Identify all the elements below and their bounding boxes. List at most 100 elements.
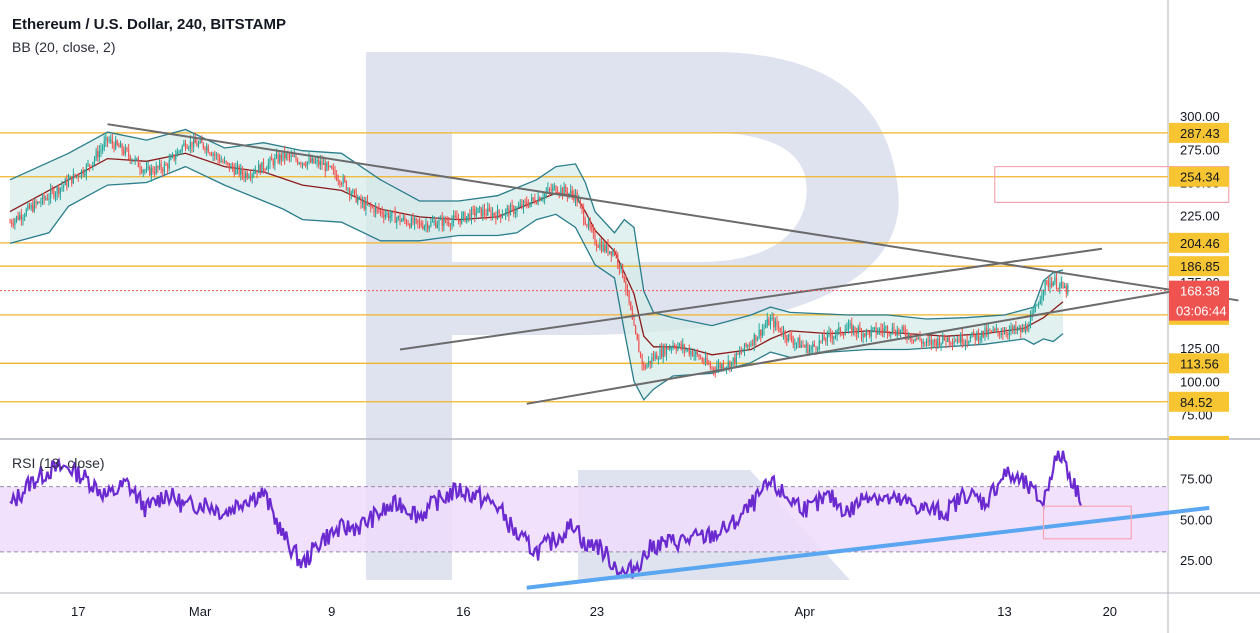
candle-body [917,337,919,339]
time-axis[interactable]: 17 Mar 9 16 23 Apr 13 20 [71,604,1117,619]
candle-body [649,360,651,364]
candle-body [163,164,165,172]
price-tick-label: 225.00 [1180,209,1220,224]
candle-body [934,339,936,342]
candle-body [53,190,55,198]
candle-body [461,215,463,224]
candle-body [54,193,57,198]
candle-body [509,205,512,216]
candle-body [631,309,633,320]
candle-body [937,338,939,347]
price-axis[interactable]: 300.00275.00250.00225.00175.00125.00100.… [1169,109,1229,440]
candle-body [149,166,151,176]
price-chart[interactable]: 300.00275.00250.00225.00175.00125.00100.… [0,0,1260,633]
candle-body [136,158,138,160]
candle-body [347,188,349,190]
candle-body [807,344,809,354]
candle-body [82,170,84,175]
candle-body [345,181,347,190]
candle-body [912,339,915,341]
candle-body [916,338,918,340]
candle-body [1062,282,1064,288]
rsi-axis[interactable]: 75.00 50.00 25.00 [1180,472,1213,569]
candle-body [791,336,793,341]
candle-body [1039,299,1041,305]
candle-body [661,349,663,357]
rsi-indicator-label[interactable]: RSI (13, close) [12,455,105,471]
candle-body [778,326,780,328]
candle-body [820,340,822,342]
candle-body [306,161,308,167]
candle-body [729,361,731,369]
candle-body [947,337,949,342]
candle-body [93,158,96,163]
candle-body [209,152,211,154]
candle-body [344,177,346,182]
candle-body [518,206,520,208]
candle-body [548,188,551,190]
candle-body [272,160,274,166]
candle-body [50,189,52,199]
candle-body [298,163,300,165]
candle-body [890,333,892,335]
candle-body [579,200,581,205]
candle-body [212,154,214,156]
candle-body [550,189,552,191]
candle-body [253,173,255,175]
candle-body [587,221,590,227]
candle-body [464,212,466,222]
candle-body [17,216,19,220]
candle-body [422,226,424,229]
candle-body [925,340,928,343]
candle-body [940,342,942,346]
candle-body [596,244,598,247]
candle-body [565,186,567,192]
candle-body [266,169,268,171]
candle-body [1000,333,1002,335]
candle-body [625,281,627,290]
candle-body [1044,280,1046,290]
candle-body [371,206,373,208]
candle-body [316,160,318,162]
time-tick-label: Apr [795,604,816,619]
candle-body [914,338,916,341]
candle-body [236,166,239,168]
candle-body [375,207,377,213]
price-level-label: 287.43 [1180,126,1220,141]
candle-body [259,164,261,174]
candle-body [685,349,687,351]
bb-indicator-label[interactable]: BB (20, close, 2) [12,39,116,55]
candle-body [721,364,723,369]
candle-body [28,204,31,209]
price-tick-label: 275.00 [1180,142,1220,157]
candle-body [108,140,110,142]
candle-body [857,327,859,334]
candle-body [804,345,806,348]
candle-body [636,333,638,341]
candle-body [899,330,902,333]
time-tick-label: 13 [997,604,1011,619]
candle-body [196,143,198,147]
candle-body [795,342,798,344]
candle-body [336,174,338,181]
candle-body [126,147,128,150]
price-level-label: 186.85 [1180,259,1220,274]
candle-body [113,143,115,150]
candle-body [604,244,606,252]
candle-body [872,327,874,330]
candle-body [883,327,885,332]
candle-body [903,327,905,331]
candle-body [142,170,144,173]
candle-body [43,195,45,200]
candle-body [11,222,13,224]
candle-body [691,351,694,356]
candle-body [813,344,815,347]
candle-body [810,347,812,350]
candle-body [1059,284,1061,289]
candle-body [961,334,963,344]
candle-body [59,187,61,194]
candle-body [379,210,382,212]
candle-body [56,187,58,194]
candle-body [84,174,86,176]
candle-body [243,174,245,179]
